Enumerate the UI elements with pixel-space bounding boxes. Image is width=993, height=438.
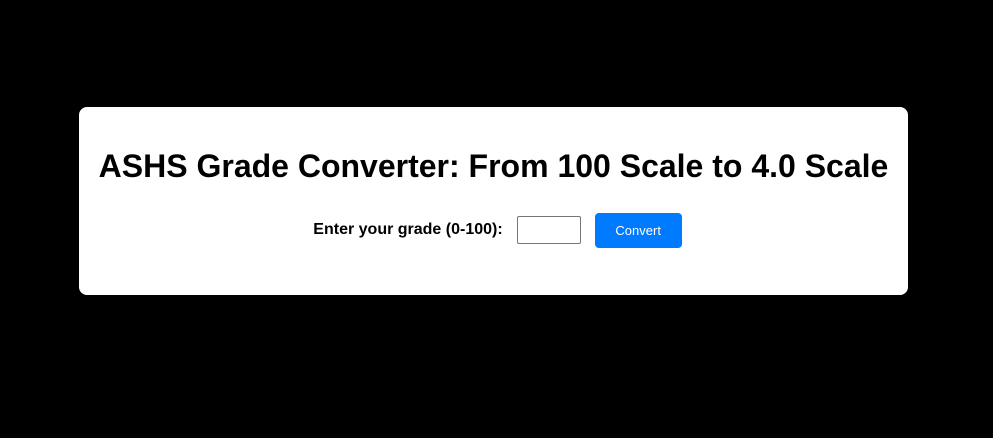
page-title: ASHS Grade Converter: From 100 Scale to … (98, 148, 889, 184)
grade-input[interactable] (516, 216, 581, 244)
grade-label: Enter your grade (0-100): (313, 221, 503, 238)
converter-card: ASHS Grade Converter: From 100 Scale to … (79, 107, 908, 295)
grade-form: Enter your grade (0-100): Convert (79, 212, 908, 248)
convert-button[interactable]: Convert (594, 212, 682, 248)
